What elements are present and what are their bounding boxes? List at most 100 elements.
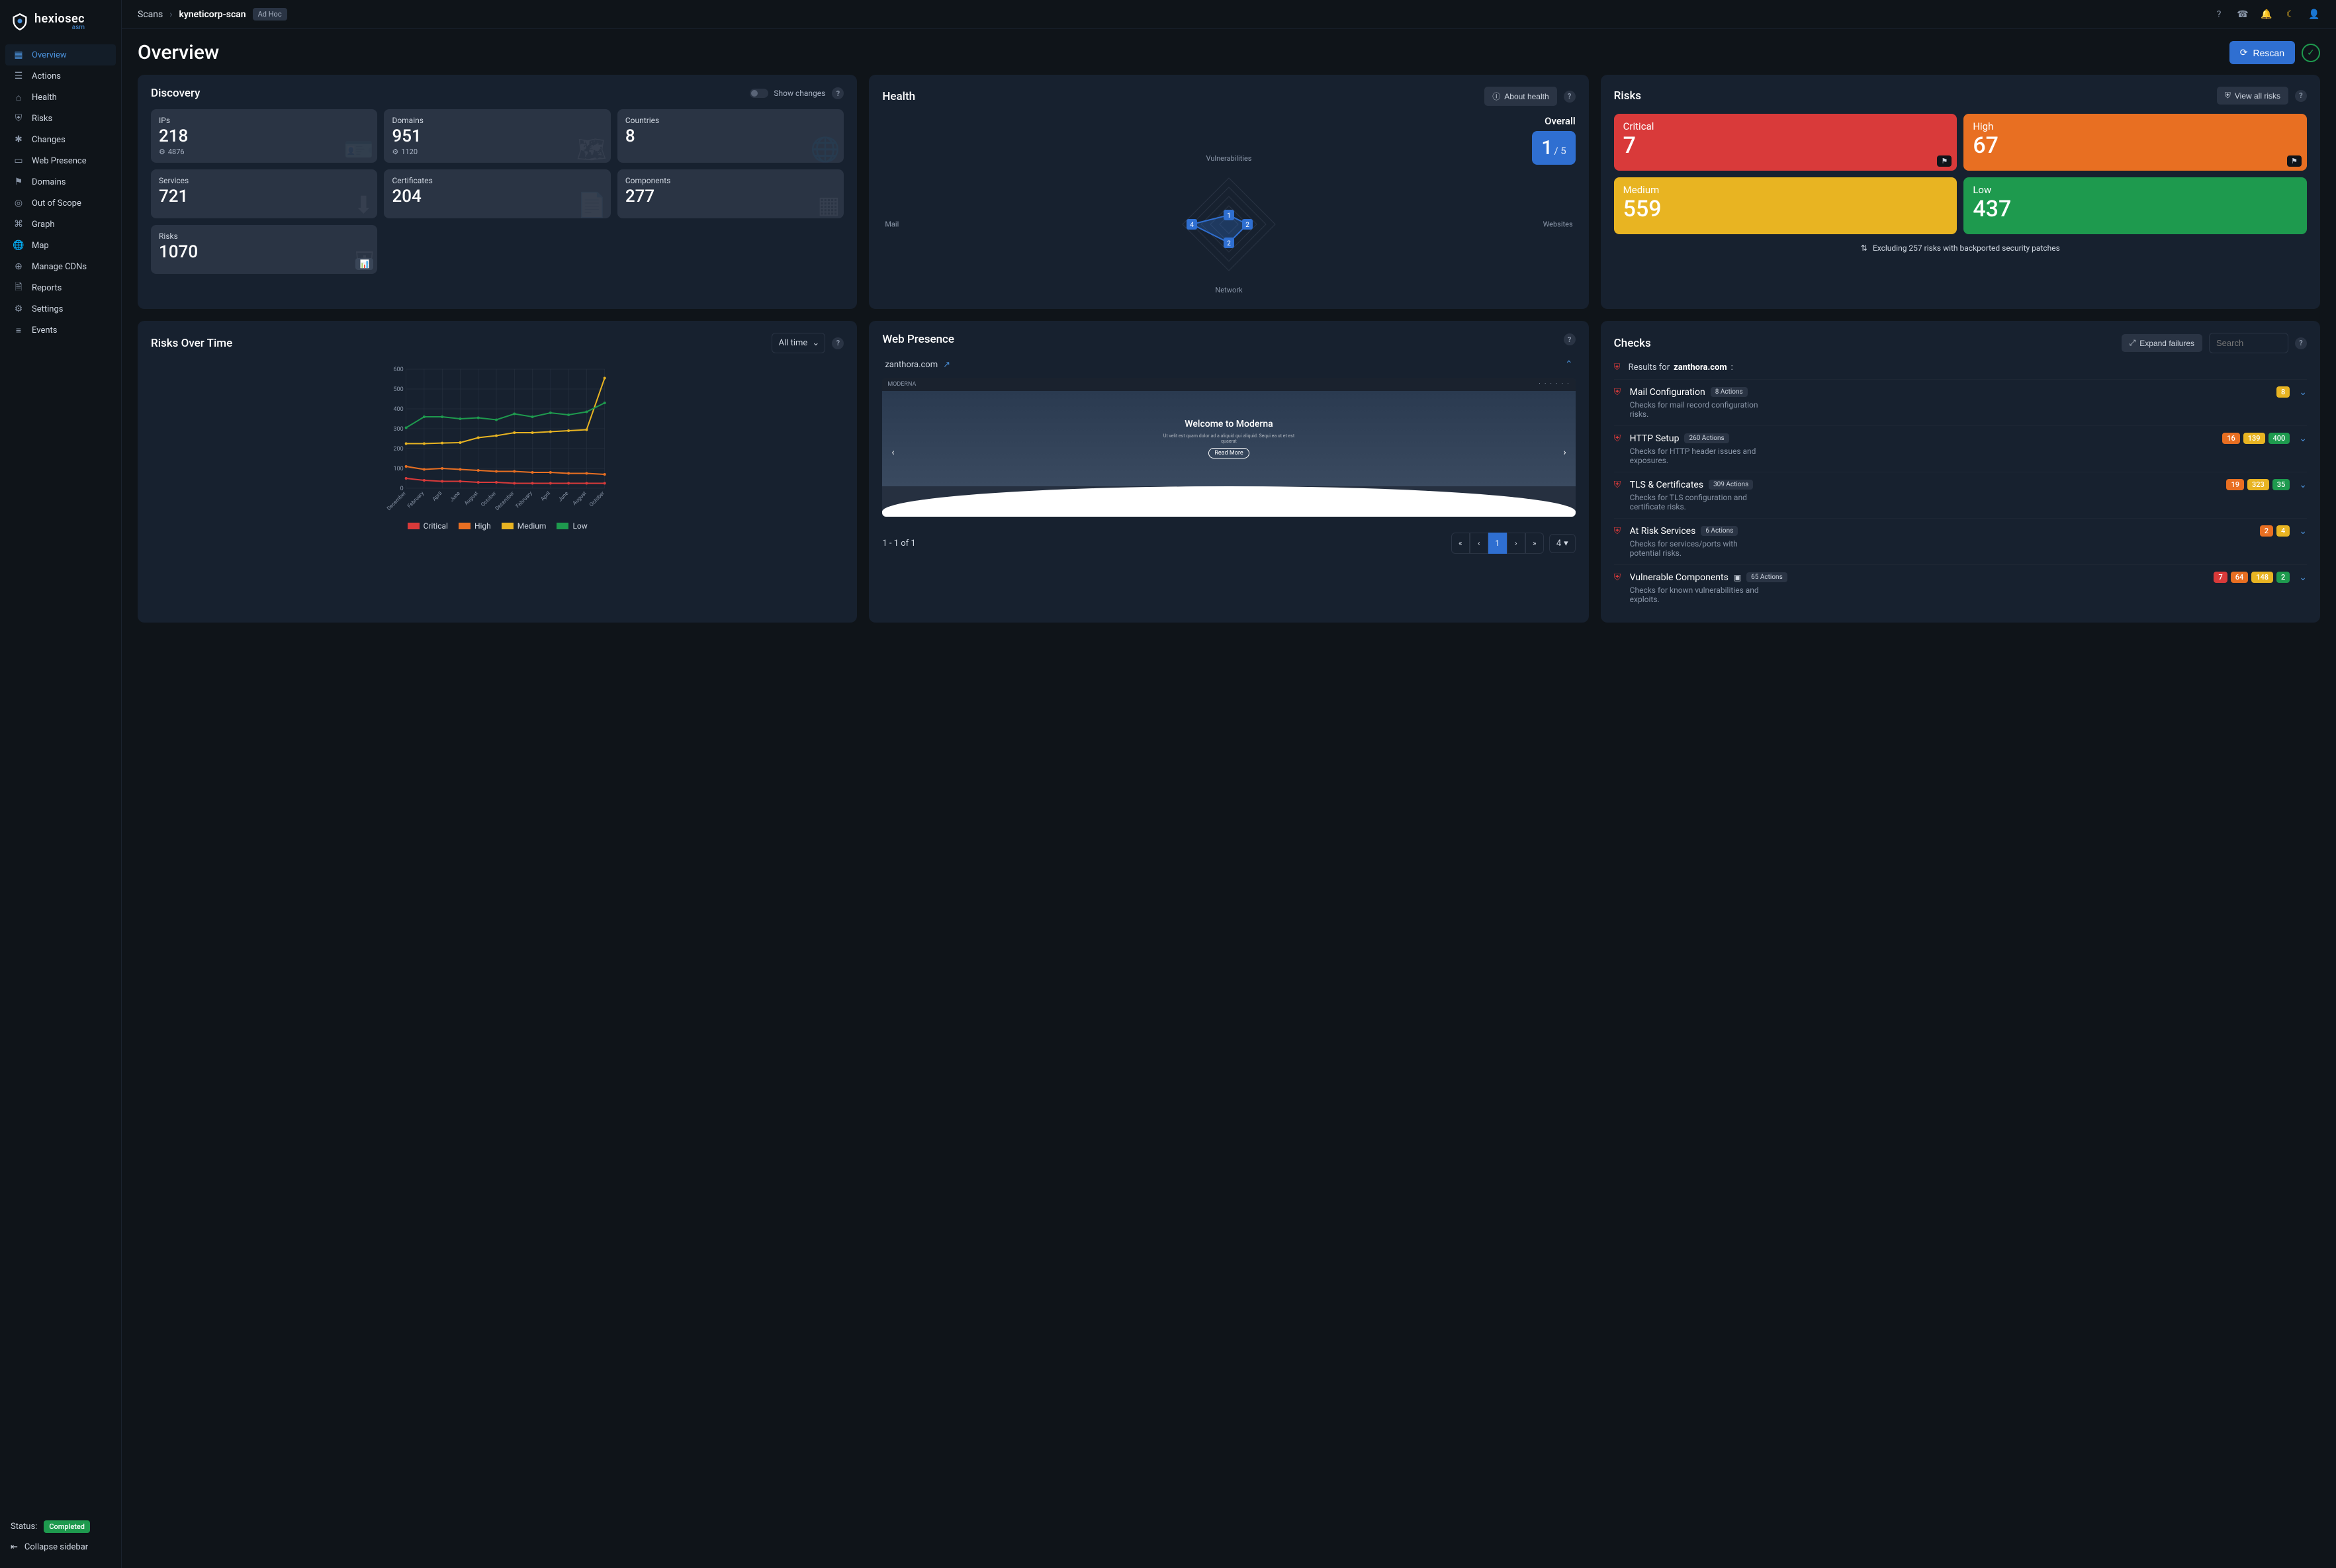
shield-icon: ⛨ [13,113,24,124]
status-row: Status: Completed [11,1520,111,1533]
moon-icon[interactable]: ☾ [2284,9,2296,21]
actions-chip[interactable]: 6 Actions [1701,526,1738,536]
rescan-label: Rescan [2253,48,2284,58]
view-all-risks-button[interactable]: ⛨ View all risks [2217,87,2288,105]
sidebar-item-label: Map [32,241,49,251]
bell-icon[interactable]: 🔔 [2261,9,2272,21]
check-title[interactable]: Mail Configuration [1630,387,1705,398]
check-title[interactable]: TLS & Certificates [1630,480,1703,490]
sidebar-item-actions[interactable]: ☰Actions [5,65,116,87]
tile-bg-icon: 🌐 [811,138,840,161]
sidebar-item-reports[interactable]: 🗎Reports [5,277,116,298]
chevron-down-icon[interactable]: ⌄ [2299,526,2307,537]
wp-preview[interactable]: MODERNA · · · · · · ‹ › Welcome to Moder… [882,378,1575,517]
risks-card: Risks ⛨ View all risks ? Critical7⚑High6… [1601,75,2320,309]
legend-item-high[interactable]: High [459,521,491,531]
count-badge: 2 [2260,525,2273,537]
count-badge: 323 [2247,479,2269,490]
rescan-button[interactable]: ⟳ Rescan [2229,41,2295,64]
wp-help-icon[interactable]: ? [1564,333,1576,345]
actions-chip[interactable]: 65 Actions [1746,572,1787,582]
sidebar-item-health[interactable]: ⌂Health [5,87,116,108]
actions-chip[interactable]: 309 Actions [1709,480,1753,490]
legend-item-medium[interactable]: Medium [502,521,547,531]
status-label: Status: [11,1522,37,1532]
discovery-tile-risks[interactable]: Risks1070⛨📊 [151,225,377,274]
health-help-icon[interactable]: ? [1564,91,1576,103]
rot-help-icon[interactable]: ? [832,337,844,349]
discovery-tile-certificates[interactable]: Certificates204📄 [384,169,610,218]
checks-card: Checks ⤢ Expand failures ? ⛨ Results [1601,321,2320,623]
pager-page-1[interactable]: 1 [1488,533,1507,554]
pager-last[interactable]: » [1525,533,1544,554]
pager-prev[interactable]: ‹ [1470,533,1488,554]
risk-tile-critical[interactable]: Critical7⚑ [1614,114,1957,171]
discovery-tile-services[interactable]: Services721⬇ [151,169,377,218]
sidebar-item-domains[interactable]: ⚑Domains [5,171,116,193]
sidebar-item-risks[interactable]: ⛨Risks [5,108,116,129]
lines-icon: ≡ [13,325,24,335]
logo[interactable]: hexiosec asm [0,8,121,42]
help-icon[interactable]: ? [2213,9,2225,21]
checks-help-icon[interactable]: ? [2295,337,2307,349]
check-title[interactable]: HTTP Setup [1630,433,1680,444]
risk-tile-low[interactable]: Low437 [1963,177,2307,234]
home-icon: ⌂ [13,92,24,103]
support-icon[interactable]: ☎ [2237,9,2249,21]
svg-text:August: August [572,490,588,506]
sidebar-item-events[interactable]: ≡Events [5,320,116,341]
legend-item-low[interactable]: Low [557,521,587,531]
sidebar-item-label: Graph [32,220,55,230]
user-icon[interactable]: 👤 [2308,9,2320,21]
legend-item-critical[interactable]: Critical [408,521,448,531]
sidebar-item-manage-cdns[interactable]: ⊕Manage CDNs [5,256,116,277]
sidebar-item-out-of-scope[interactable]: ◎Out of Scope [5,193,116,214]
risk-tile-high[interactable]: High67⚑ [1963,114,2307,171]
monitor-icon: ▭ [13,155,24,166]
actions-chip[interactable]: 260 Actions [1684,433,1729,443]
target-icon: ◎ [13,198,24,208]
discovery-help-icon[interactable]: ? [832,87,844,99]
wp-collapse-icon[interactable]: ⌃ [1565,359,1573,370]
sidebar-item-map[interactable]: 🌐Map [5,235,116,256]
breadcrumb-root[interactable]: Scans [138,9,163,20]
collapse-sidebar-button[interactable]: ⇤ Collapse sidebar [11,1542,111,1552]
chevron-down-icon[interactable]: ⌄ [2299,480,2307,490]
discovery-tile-countries[interactable]: Countries8🌐 [617,109,844,163]
check-title[interactable]: At Risk Services [1630,526,1696,537]
discovery-tile-components[interactable]: Components277▦ [617,169,844,218]
time-range-select[interactable]: All time ⌄ [772,333,826,353]
pager-next[interactable]: › [1507,533,1525,554]
about-health-button[interactable]: ⓘ About health [1484,87,1556,106]
chart-chip-icon[interactable]: 📊 [355,258,373,270]
external-link-icon[interactable]: ↗ [943,360,950,370]
sidebar-item-graph[interactable]: ⌘Graph [5,214,116,235]
shield-alert-icon: ⛨ [1614,363,1625,372]
collapse-label: Collapse sidebar [24,1542,88,1552]
pager-first[interactable]: « [1451,533,1470,554]
chevron-down-icon[interactable]: ⌄ [2299,433,2307,444]
wp-domain-row[interactable]: zanthora.com ↗ [885,360,950,370]
svg-text:October: October [588,490,606,508]
svg-text:100: 100 [393,466,403,472]
sidebar-item-settings[interactable]: ⚙Settings [5,298,116,320]
sidebar-item-changes[interactable]: ✱Changes [5,129,116,150]
sidebar-item-overview[interactable]: ▦Overview [5,44,116,65]
per-page-select[interactable]: 4 ▾ [1549,534,1576,553]
chevron-down-icon[interactable]: ⌄ [2299,572,2307,583]
actions-chip[interactable]: 8 Actions [1711,387,1748,397]
show-changes-toggle[interactable]: Show changes [750,89,825,98]
discovery-tile-domains[interactable]: Domains951⚙1120🗺 [384,109,610,163]
check-title[interactable]: Vulnerable Components [1630,572,1729,583]
sidebar-item-label: Manage CDNs [32,262,87,272]
breadcrumb-name[interactable]: kyneticorp-scan [179,9,246,20]
chevron-down-icon[interactable]: ⌄ [2299,387,2307,398]
discovery-tile-ips[interactable]: IPs218⚙4876🪪 [151,109,377,163]
sidebar-item-web-presence[interactable]: ▭Web Presence [5,150,116,171]
radar-axis-net: Network [1215,286,1242,294]
risks-help-icon[interactable]: ? [2295,90,2307,102]
risk-tile-medium[interactable]: Medium559 [1614,177,1957,234]
svg-text:December: December [494,490,516,511]
expand-failures-button[interactable]: ⤢ Expand failures [2122,334,2202,352]
checks-search-input[interactable] [2209,333,2288,353]
